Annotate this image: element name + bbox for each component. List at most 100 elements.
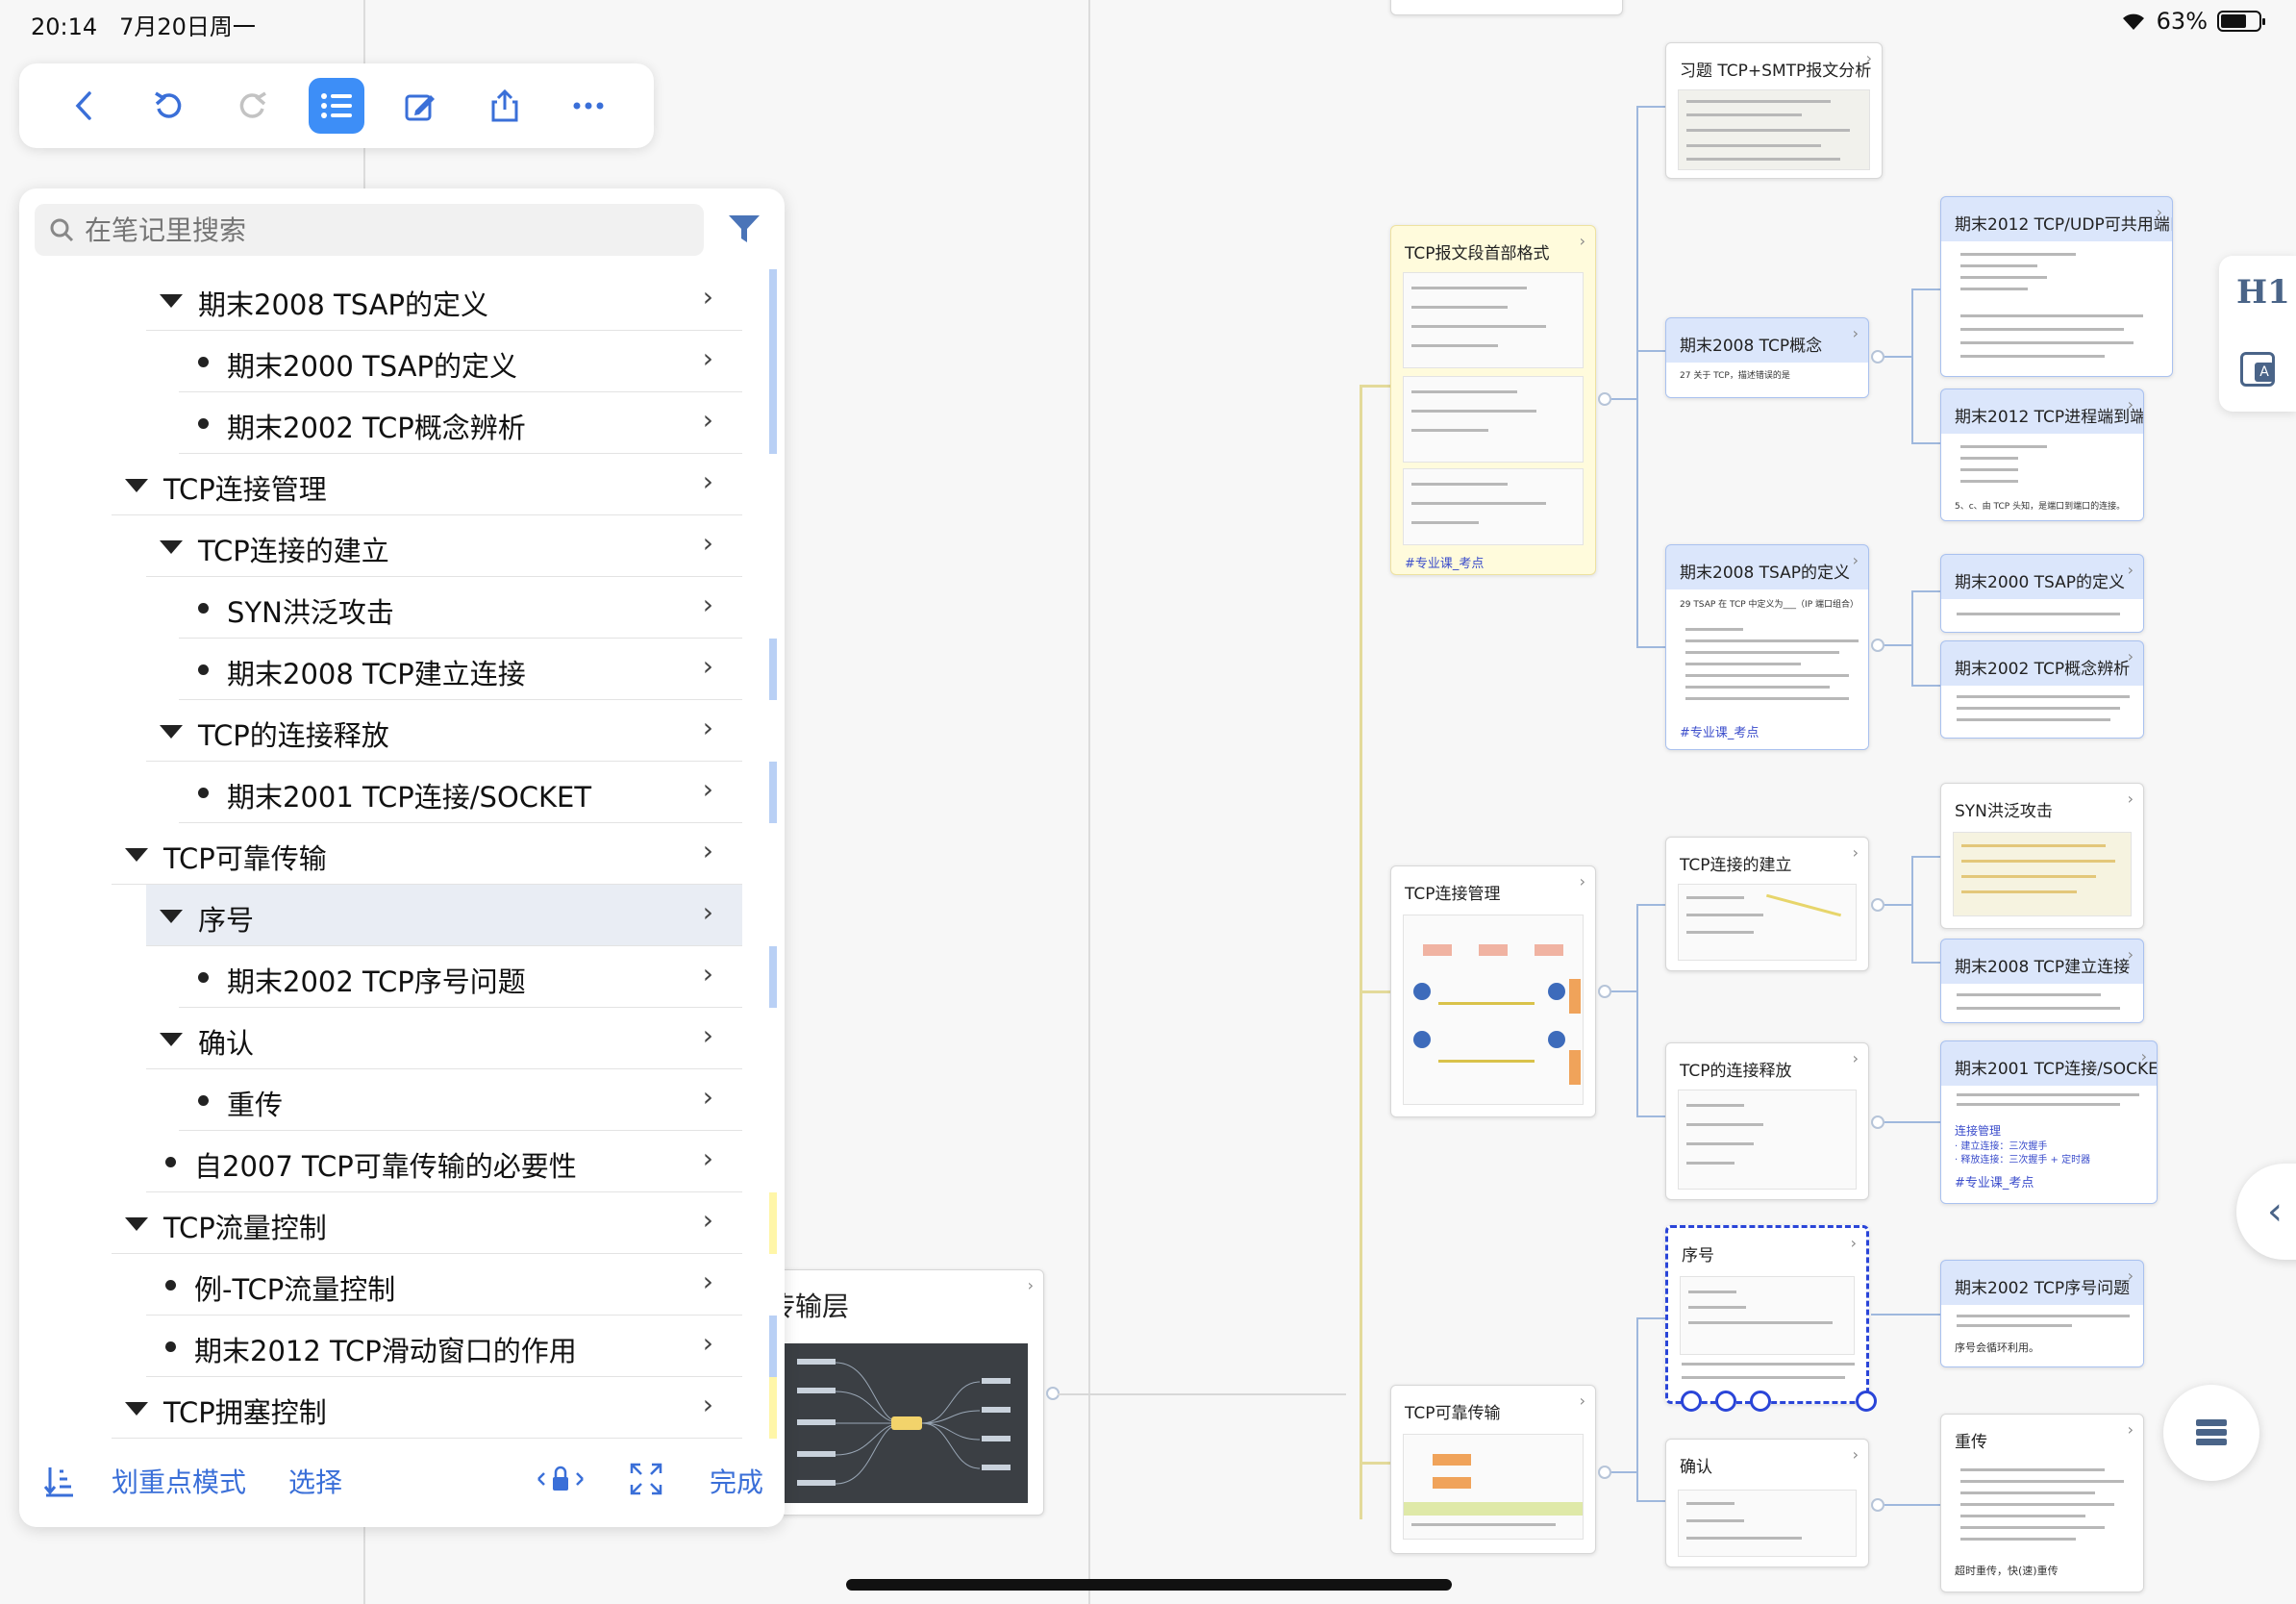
handle-icon[interactable] [1681, 1391, 1702, 1412]
expand-icon[interactable] [629, 1462, 663, 1496]
outline-item[interactable]: TCP的连接释放 › [146, 700, 742, 762]
tsap-2000-card[interactable]: 期末2000 TSAP的定义 › [1940, 554, 2144, 633]
chevron-right-icon[interactable]: › [703, 527, 713, 559]
sort-icon[interactable] [42, 1464, 77, 1498]
tcp-seq-2002-card[interactable]: 期末2002 TCP序号问题 › 序号会循环利用。 [1940, 1260, 2144, 1367]
expand-triangle-icon[interactable] [160, 725, 183, 739]
collapse-dot[interactable] [1598, 1466, 1611, 1479]
chevron-right-icon[interactable]: › [703, 404, 713, 436]
search-input[interactable] [85, 213, 623, 246]
tcp-header-card[interactable]: TCP报文段首部格式 › #专业课_考点 [1390, 225, 1596, 575]
handle-icon[interactable] [1750, 1391, 1771, 1412]
outline-item[interactable]: SYN洪泛攻击 › [179, 577, 742, 639]
tcp-conn-mgmt-card[interactable]: TCP连接管理 › [1390, 865, 1596, 1117]
collapse-dot[interactable] [1871, 898, 1884, 912]
expand-triangle-icon[interactable] [160, 540, 183, 554]
select-button[interactable]: 选择 [288, 1462, 342, 1500]
ack-card[interactable]: 确认 › [1665, 1439, 1869, 1567]
expand-triangle-icon[interactable] [160, 910, 183, 923]
chevron-right-icon[interactable]: › [703, 1019, 713, 1051]
expand-triangle-icon[interactable] [160, 1033, 183, 1046]
tcp-socket-2001-card[interactable]: 期末2001 TCP连接/SOCKET › 连接管理 · 建立连接：三次握手 ·… [1940, 1040, 2158, 1204]
filter-icon[interactable] [725, 210, 763, 248]
collapse-dot[interactable] [1871, 639, 1884, 652]
chevron-right-icon[interactable]: › [703, 589, 713, 620]
outline-item[interactable]: 期末2000 TSAP的定义 › [179, 331, 742, 392]
collapse-dot[interactable] [1598, 392, 1611, 406]
tcp-build-2008-card[interactable]: 期末2008 TCP建立连接 › [1940, 939, 2144, 1023]
tcp-release-card[interactable]: TCP的连接释放 › [1665, 1042, 1869, 1200]
expand-triangle-icon[interactable] [160, 294, 183, 308]
chevron-right-icon[interactable]: › [703, 465, 713, 497]
expand-triangle-icon[interactable] [125, 479, 148, 492]
tag[interactable]: #专业课_考点 [1955, 1172, 2034, 1190]
outline-item[interactable]: 例-TCP流量控制 › [146, 1254, 742, 1316]
transport-layer-card[interactable]: 传输层 › [750, 1269, 1044, 1516]
chevron-right-icon[interactable]: › [703, 1266, 713, 1297]
outline-item[interactable]: 自2007 TCP可靠传输的必要性 › [146, 1131, 742, 1192]
chevron-right-icon[interactable]: › [703, 650, 713, 682]
outline-item[interactable]: 期末2002 TCP序号问题 › [179, 946, 742, 1008]
outline-item[interactable]: 期末2008 TCP建立连接 › [179, 639, 742, 700]
tcp-conn-build-card[interactable]: TCP连接的建立 › [1665, 837, 1869, 971]
share-button[interactable] [477, 78, 533, 134]
outline-item[interactable]: 重传 › [179, 1069, 742, 1131]
chevron-right-icon[interactable]: › [703, 1081, 713, 1113]
more-button[interactable] [561, 78, 616, 134]
outline-item[interactable]: TCP拥塞控制 › [112, 1377, 742, 1439]
chevron-right-icon[interactable]: › [703, 1389, 713, 1420]
tcp-process-2012-card[interactable]: 期末2012 TCP进程端到端 › 5、c、由 TCP 头知，是端口到端口的连接… [1940, 388, 2144, 521]
outline-item[interactable]: TCP流量控制 › [112, 1192, 742, 1254]
retransmit-card[interactable]: 重传 › 超时重传，快(速)重传 [1940, 1414, 2144, 1592]
highlight-mode-button[interactable]: 划重点模式 [112, 1462, 246, 1500]
chevron-right-icon[interactable]: › [703, 835, 713, 866]
tcp-smtp-card[interactable]: 习题 TCP+SMTP报文分析 › [1665, 42, 1883, 179]
tag[interactable]: #专业课_考点 [1405, 553, 1484, 571]
outline-item[interactable]: TCP连接的建立 › [146, 515, 742, 577]
chevron-right-icon[interactable]: › [703, 1204, 713, 1236]
outline-item[interactable]: TCP可靠传输 › [112, 823, 742, 885]
back-button[interactable] [57, 78, 112, 134]
tcp-udp-2012-card[interactable]: 期末2012 TCP/UDP可共用端口 › [1940, 196, 2173, 377]
redo-button[interactable] [225, 78, 281, 134]
collapse-panel-button[interactable]: ‹ [2236, 1164, 2296, 1260]
chevron-right-icon[interactable]: › [703, 342, 713, 374]
layout-button[interactable] [2163, 1385, 2259, 1481]
chevron-right-icon[interactable]: › [703, 1142, 713, 1174]
undo-button[interactable] [140, 78, 196, 134]
chevron-right-icon[interactable]: › [703, 1327, 713, 1359]
expand-triangle-icon[interactable] [125, 848, 148, 862]
chevron-right-icon[interactable]: › [703, 773, 713, 805]
chevron-right-icon[interactable]: › [703, 958, 713, 990]
lock-icon[interactable] [537, 1462, 585, 1496]
collapse-dot[interactable] [1871, 1498, 1884, 1512]
translate-icon[interactable]: A [2240, 352, 2275, 387]
outline-item[interactable]: 期末2008 TSAP的定义 › [146, 269, 742, 331]
handle-icon[interactable] [1715, 1391, 1736, 1412]
collapse-dot[interactable] [1598, 985, 1611, 998]
done-button[interactable]: 完成 [710, 1462, 763, 1500]
tcp-reliable-card[interactable]: TCP可靠传输 › [1390, 1385, 1596, 1554]
expand-triangle-icon[interactable] [125, 1402, 148, 1416]
resize-handle-icon[interactable] [1856, 1391, 1877, 1412]
outline-item[interactable]: 序号 › [146, 885, 742, 946]
seq-card[interactable]: 序号 › [1665, 1225, 1869, 1404]
outline-item[interactable]: 期末2012 TCP滑动窗口的作用 › [146, 1316, 742, 1377]
edit-button[interactable] [392, 78, 448, 134]
tag[interactable]: #专业课_考点 [1680, 722, 1759, 740]
outline-item[interactable]: 期末2001 TCP连接/SOCKET › [179, 762, 742, 823]
collapse-dot[interactable] [1871, 1115, 1884, 1129]
chevron-right-icon[interactable]: › [703, 896, 713, 928]
outline-item[interactable]: 确认 › [146, 1008, 742, 1069]
tcp-concept-2008-card[interactable]: 期末2008 TCP概念 › 27 关于 TCP，描述错误的是 [1665, 317, 1869, 398]
chevron-right-icon[interactable]: › [703, 281, 713, 313]
outline-button[interactable] [308, 78, 364, 134]
tsap-2008-card[interactable]: 期末2008 TSAP的定义 › 29 TSAP 在 TCP 中定义为___（I… [1665, 544, 1869, 750]
outline-item[interactable]: 期末2002 TCP概念辨析 › [179, 392, 742, 454]
expand-triangle-icon[interactable] [125, 1217, 148, 1231]
chevron-right-icon[interactable]: › [703, 712, 713, 743]
syn-flood-card[interactable]: SYN洪泛攻击 › [1940, 783, 2144, 929]
outline-item[interactable]: TCP连接管理 › [112, 454, 742, 515]
search-box[interactable] [35, 204, 704, 256]
collapse-dot[interactable] [1871, 350, 1884, 363]
